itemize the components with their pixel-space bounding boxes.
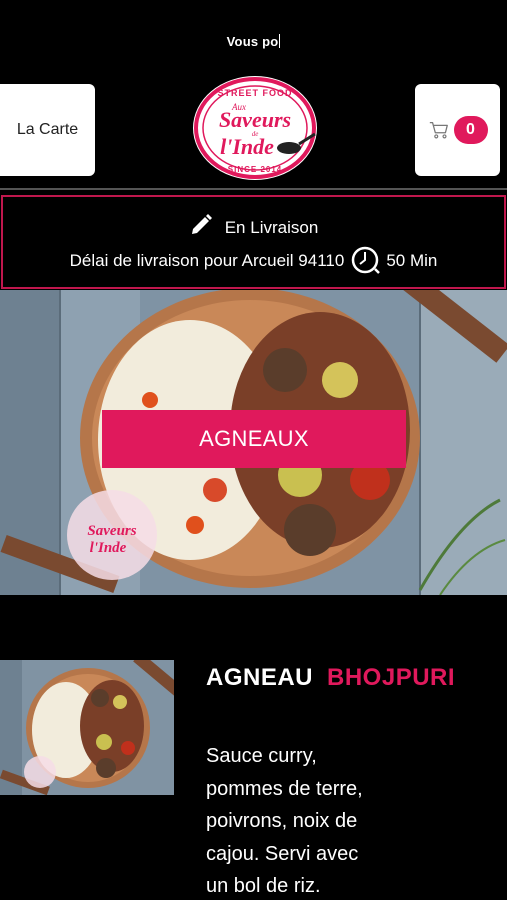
product-name[interactable]: AGNEAU BHOJPURI bbox=[206, 664, 455, 692]
cart-button[interactable]: 0 bbox=[415, 84, 500, 176]
svg-text:l'Inde: l'Inde bbox=[90, 540, 127, 556]
product-description: Sauce curry, pommes de terre, poivrons, … bbox=[206, 745, 363, 897]
delivery-delay-text: Délai de livraison pour Arcueil 94110 bbox=[69, 251, 345, 270]
svg-text:Saveurs: Saveurs bbox=[87, 523, 136, 539]
delivery-time: 50 Min bbox=[386, 251, 438, 270]
category-button-agneaux[interactable]: AGNEAUX bbox=[102, 410, 406, 468]
category-banner[interactable]: Saveurs l'Inde AGNEAUX bbox=[0, 290, 507, 595]
clock-icon bbox=[352, 246, 381, 274]
delivery-mode-label: En Livraison bbox=[224, 218, 319, 237]
cart-count-badge: 0 bbox=[453, 116, 488, 144]
delivery-mode[interactable]: En Livraison bbox=[3, 213, 504, 238]
svg-text:STREET FOOD: STREET FOOD bbox=[217, 88, 292, 98]
delivery-info-panel[interactable]: En Livraison Délai de livraison pour Arc… bbox=[1, 195, 506, 289]
menu-button[interactable]: La Carte bbox=[0, 84, 95, 176]
header-divider bbox=[0, 188, 507, 190]
menu-button-label: La Carte bbox=[16, 121, 79, 138]
delivery-delay: Délai de livraison pour Arcueil 94110 50… bbox=[3, 243, 504, 277]
pencil-icon bbox=[191, 214, 212, 234]
ticker-text: Vous po bbox=[226, 34, 281, 49]
svg-text:l'Inde: l'Inde bbox=[220, 134, 274, 159]
header: La Carte STREET FOOD Aux Saveurs de l'In… bbox=[0, 76, 507, 185]
product-image[interactable] bbox=[0, 660, 174, 795]
svg-text:Saveurs: Saveurs bbox=[219, 107, 291, 132]
svg-text:SINCE 2014: SINCE 2014 bbox=[228, 165, 282, 174]
cart-icon bbox=[429, 122, 448, 139]
logo[interactable]: STREET FOOD Aux Saveurs de l'Inde SINCE … bbox=[189, 72, 321, 184]
product-item[interactable]: AGNEAU BHOJPURI Sauce curry, pommes de te… bbox=[0, 660, 507, 900]
